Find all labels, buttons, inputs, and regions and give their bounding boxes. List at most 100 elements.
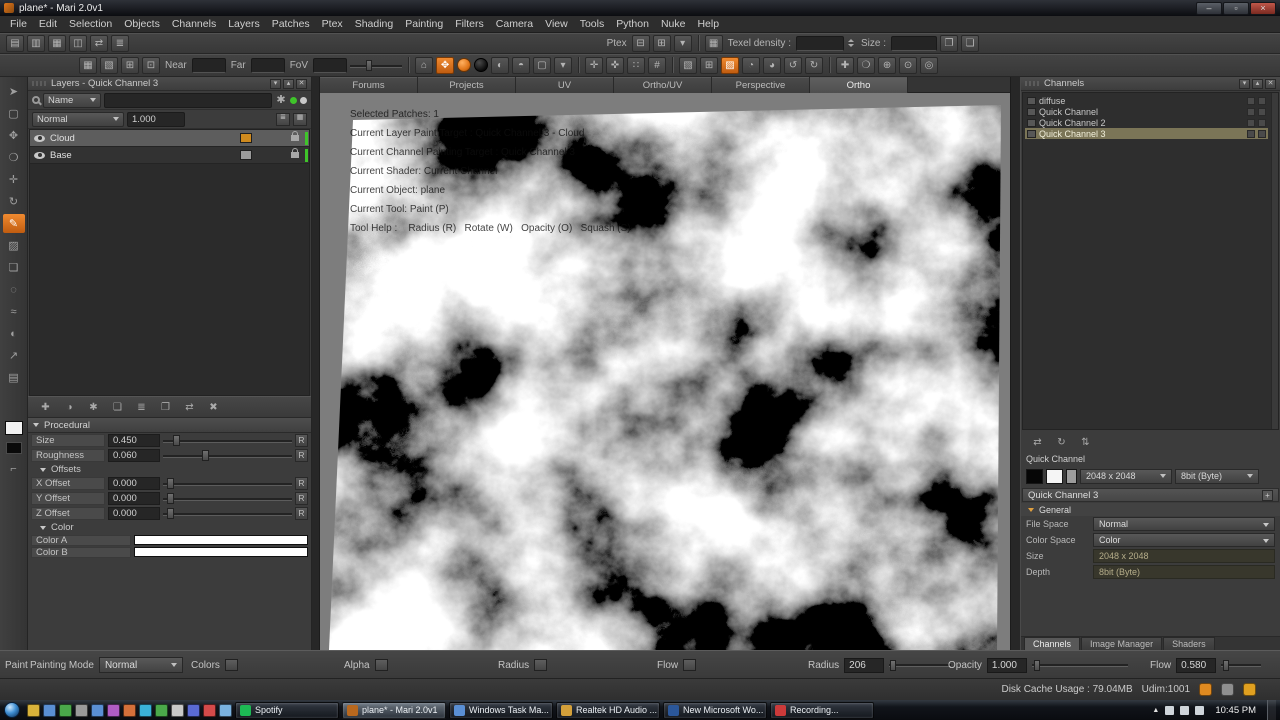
color-section-header[interactable]: Color [28,521,311,534]
symmetry-paint-icon[interactable]: ✜ [606,56,625,74]
shaded-sphere-icon[interactable]: ◐ [491,56,510,74]
quicklaunch-icon[interactable] [139,703,152,717]
quicklaunch-icon[interactable] [203,703,216,717]
panel-close-icon[interactable]: ✕ [296,78,307,89]
save-project-icon[interactable]: ▦ [48,34,66,52]
radius-value-field[interactable]: 206 [844,657,885,673]
gradient-tool-icon[interactable]: ▤ [3,368,25,387]
add-adjustment-layer-icon[interactable]: ◑ [61,400,78,415]
move-tool-icon[interactable]: ✛ [3,170,25,189]
channel-row[interactable]: Quick Channel 3 [1025,128,1268,139]
scrollbar[interactable] [1271,93,1278,429]
pan-lock-icon[interactable]: ✥ [436,56,455,74]
sync-channel-icon[interactable]: ↻ [1053,435,1070,450]
ptex-increase-res-icon[interactable]: ⊞ [652,34,671,52]
channel-cache-icon[interactable] [1258,129,1266,138]
dodge-tool-icon[interactable]: ◐ [3,324,25,343]
texel-density-input[interactable] [795,35,844,51]
add-view-icon[interactable]: ✚ [836,56,855,74]
menu-item[interactable]: Edit [33,18,63,30]
layers-panel-header[interactable]: Layers - Quick Channel 3 ▾ ▴ ✕ [28,77,311,91]
status-activity-icon[interactable] [1243,683,1256,696]
fov-slider[interactable] [350,59,403,72]
add-group-icon[interactable]: ❏ [109,400,126,415]
layer-row[interactable]: Cloud [30,130,309,147]
panel-float-icon[interactable]: ▴ [1252,78,1263,89]
maximize-button[interactable]: ▫ [1223,1,1249,15]
viewport-tab[interactable]: Projects [418,77,516,93]
viewport-canvas[interactable]: Selected Patches: 1 Current Layer Paint T… [320,93,1010,650]
channel-layers-icon[interactable] [1247,118,1255,127]
channel-cache-icon[interactable] [1258,107,1266,116]
visibility-icon[interactable] [34,151,45,159]
smear-tool-icon[interactable]: ≈ [3,302,25,321]
sphere-map-icon[interactable]: ◔ [742,56,761,74]
taskbar-button[interactable]: Recording... [770,701,874,719]
collapse-icon[interactable] [40,467,46,472]
paint-through-icon[interactable]: ▧ [679,56,698,74]
slider[interactable] [163,492,292,505]
slider-value-field[interactable]: 0.000 [108,492,160,505]
quicklaunch-icon[interactable] [171,703,184,717]
export-archive-icon[interactable]: ⇄ [90,34,108,52]
blend-amount-input[interactable]: 1.000 [127,111,185,127]
opacity-value-field[interactable]: 1.000 [986,657,1027,673]
channel-layers-icon[interactable] [1247,107,1255,116]
session-settings-icon[interactable]: ≣ [111,34,129,52]
size-input[interactable] [891,35,937,51]
channel-size-value[interactable]: 2048 x 2048 [1093,549,1275,563]
pan-tool-icon[interactable]: ✥ [3,126,25,145]
gear-icon[interactable] [275,94,287,106]
panel-splitter[interactable] [1010,77,1020,650]
near-input[interactable] [191,57,226,73]
general-section-header[interactable]: General [1021,503,1280,516]
taskbar-button[interactable]: Realtek HD Audio ... [556,701,660,719]
copy-resolution-icon[interactable]: ❐ [940,34,958,52]
filter-field-dropdown[interactable]: Name [43,92,101,108]
viewport-tab[interactable]: UV [516,77,614,93]
panel-float-icon[interactable]: ▴ [283,78,294,89]
swap-colors-icon[interactable]: ⌐ [3,459,25,478]
channels-panel-header[interactable]: Channels ▾ ▴ ✕ [1021,77,1280,91]
collapse-icon[interactable] [33,423,39,427]
flow-swatch-icon[interactable] [683,659,697,671]
procedural-header[interactable]: Procedural [28,418,311,433]
start-button[interactable] [4,702,20,718]
slider-handle[interactable] [201,450,209,461]
target-view-icon[interactable]: ◎ [920,56,939,74]
zoom-in-icon[interactable]: ⊕ [878,56,897,74]
colors-swatch-icon[interactable] [224,659,238,671]
collapse-icon[interactable] [40,525,46,530]
channel-cache-icon[interactable] [1258,118,1266,127]
reset-button[interactable]: R [295,434,308,447]
rotate-tool-icon[interactable]: ↻ [3,192,25,211]
menu-item[interactable]: Nuke [655,18,692,30]
redo-icon[interactable]: ↻ [805,56,824,74]
slider-handle[interactable] [166,508,174,519]
menu-item[interactable]: Tools [574,18,611,30]
transfer-layer-icon[interactable]: ⇄ [181,400,198,415]
action-center-icon[interactable] [1165,705,1175,715]
menu-item[interactable]: Shading [349,18,400,30]
black-color-swatch[interactable] [1026,468,1043,484]
blend-mode-dropdown[interactable]: Normal [32,111,124,127]
offsets-section-header[interactable]: Offsets [28,463,311,476]
slider-value-field[interactable]: 0.450 [108,434,160,447]
file-space-dropdown[interactable]: Normal [1093,517,1275,531]
environment-icon[interactable]: ◕ [763,56,782,74]
taskbar-button[interactable]: plane* - Mari 2.0v1 [342,701,446,719]
slider[interactable] [163,449,292,462]
menu-item[interactable]: Layers [222,18,266,30]
reset-button[interactable]: R [295,449,308,462]
mirror-paint-icon[interactable]: ✛ [585,56,604,74]
add-property-icon[interactable]: + [1262,489,1273,501]
channel-row[interactable]: Quick Channel 2 [1025,117,1268,128]
panel-menu-icon[interactable]: ▾ [270,78,281,89]
remove-layer-icon[interactable]: ✖ [205,400,222,415]
viewport-tab[interactable]: Forums [320,77,418,93]
color-swatch[interactable] [134,535,308,545]
color-swatch-icon[interactable]: ▢ [533,56,552,74]
panel-close-icon[interactable]: ✕ [1265,78,1276,89]
panel-grip[interactable] [1025,81,1039,86]
color-space-dropdown[interactable]: Color [1093,533,1275,547]
